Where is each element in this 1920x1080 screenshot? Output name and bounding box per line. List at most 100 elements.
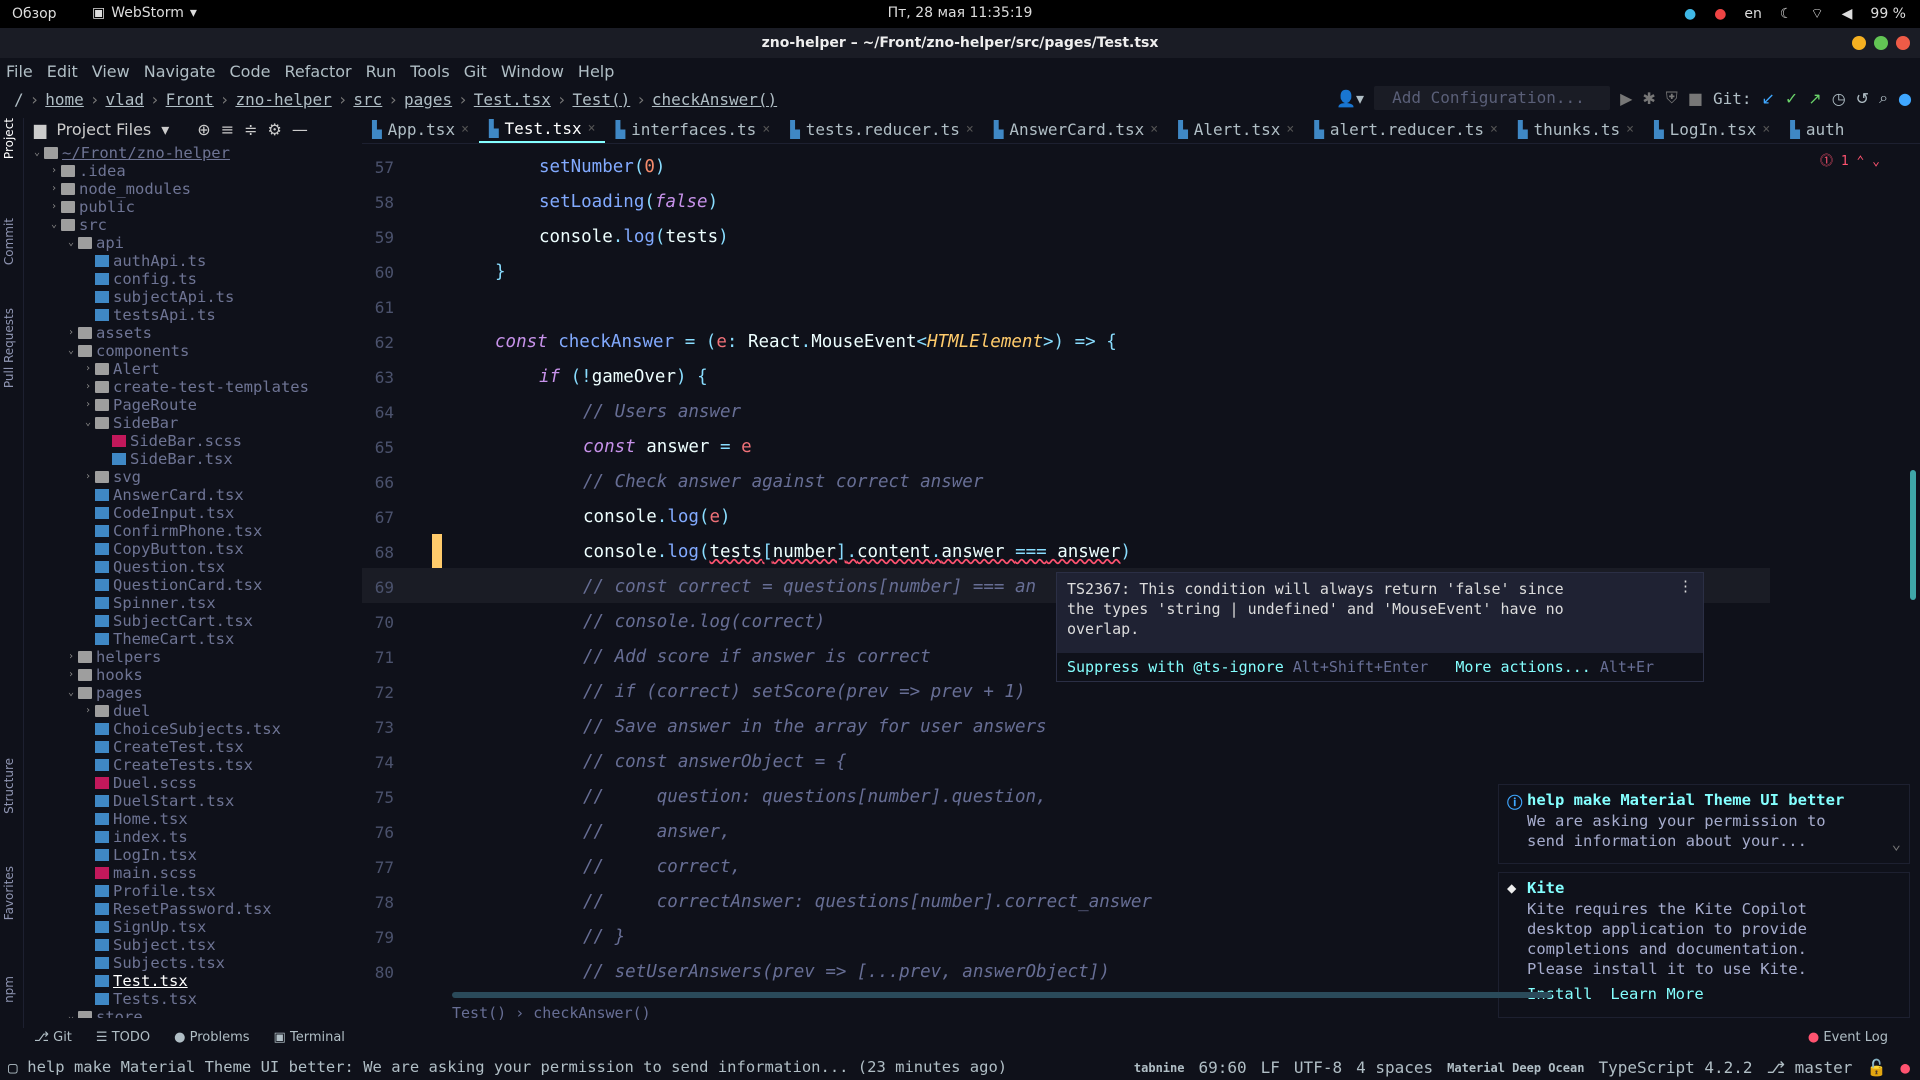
code-line[interactable]: const checkAnswer = (e: React.MouseEvent… <box>495 325 1117 360</box>
file-encoding[interactable]: UTF-8 <box>1294 1058 1342 1077</box>
tree-item[interactable]: CreateTests.tsx <box>26 756 358 774</box>
chevron-icon[interactable]: ⌄ <box>30 144 44 162</box>
night-mode-icon[interactable]: ☾ <box>1780 6 1793 22</box>
close-tab-icon[interactable]: × <box>1626 122 1634 137</box>
tree-item[interactable]: AnswerCard.tsx <box>26 486 358 504</box>
menu-navigate[interactable]: Navigate <box>144 62 216 81</box>
menu-tools[interactable]: Tools <box>410 62 449 81</box>
tree-item[interactable]: ⌄ store <box>26 1008 358 1018</box>
tree-item[interactable]: Home.tsx <box>26 810 358 828</box>
commit-tool-tab[interactable]: Commit <box>2 218 16 265</box>
chevron-icon[interactable]: ⌄ <box>64 684 78 702</box>
code-line[interactable]: // const answerObject = { <box>583 745 846 780</box>
close-button[interactable] <box>1896 36 1910 50</box>
close-tab-icon[interactable]: × <box>966 122 974 137</box>
breadcrumb-item[interactable]: Front <box>166 90 214 109</box>
menu-edit[interactable]: Edit <box>47 62 78 81</box>
chevron-icon[interactable]: › <box>81 378 95 396</box>
editor-tab[interactable]: ▙ AnswerCard.tsx × <box>984 116 1168 143</box>
project-tool-tab[interactable]: Project <box>2 118 16 159</box>
chevron-icon[interactable]: › <box>81 468 95 486</box>
line-number[interactable]: 78 <box>362 893 394 912</box>
menu-file[interactable]: File <box>6 62 33 81</box>
tree-item[interactable]: › svg <box>26 468 358 486</box>
coverage-icon[interactable]: ⛨ <box>1666 88 1678 108</box>
gear-icon[interactable]: ⚙ <box>268 120 282 139</box>
add-configuration-button[interactable]: Add Configuration... <box>1374 86 1611 110</box>
code-line[interactable]: console.log(tests) <box>539 220 729 255</box>
tree-item[interactable]: DuelStart.tsx <box>26 792 358 810</box>
wifi-icon[interactable]: ⌔ <box>1810 5 1823 23</box>
tree-item[interactable]: ChoiceSubjects.tsx <box>26 720 358 738</box>
code-line[interactable]: // } <box>583 920 625 955</box>
tree-item[interactable]: ⌄ SideBar <box>26 414 358 432</box>
notifications-icon[interactable]: ● <box>1900 1058 1910 1077</box>
project-view-selector[interactable]: Project Files <box>56 120 151 139</box>
breadcrumb-item[interactable]: Test() <box>572 90 630 109</box>
line-number[interactable]: 72 <box>362 683 394 702</box>
menu-run[interactable]: Run <box>366 62 397 81</box>
editor-tab[interactable]: ▙ LogIn.tsx × <box>1644 116 1780 143</box>
git-branch[interactable]: ⎇ master <box>1767 1058 1853 1077</box>
chevron-down-icon[interactable]: ▾ <box>161 120 169 139</box>
code-line[interactable]: // Users answer <box>583 395 741 430</box>
editor-tab[interactable]: ▙ App.tsx × <box>362 116 479 143</box>
tree-item[interactable]: index.ts <box>26 828 358 846</box>
code-line[interactable]: if (!gameOver) { <box>539 360 708 395</box>
tree-item[interactable]: Test.tsx <box>26 972 358 990</box>
tree-item[interactable]: SignUp.tsx <box>26 918 358 936</box>
tree-item[interactable]: › hooks <box>26 666 358 684</box>
line-separator[interactable]: LF <box>1261 1058 1280 1077</box>
code-line[interactable]: setNumber(0) <box>539 150 665 185</box>
breadcrumb-item[interactable]: Test.tsx <box>474 90 551 109</box>
tree-item[interactable]: CreateTest.tsx <box>26 738 358 756</box>
user-icon[interactable]: 👤▾ <box>1336 89 1364 108</box>
chevron-icon[interactable]: › <box>47 180 61 198</box>
tree-item[interactable]: Spinner.tsx <box>26 594 358 612</box>
line-number[interactable]: 61 <box>362 298 394 317</box>
notification-kite[interactable]: ◆ Kite Kite requires the Kite Copilot des… <box>1498 872 1910 1018</box>
menu-git[interactable]: Git <box>464 62 487 81</box>
code-line[interactable]: // console.log(correct) <box>583 605 825 640</box>
chevron-icon[interactable]: ⌄ <box>64 234 78 252</box>
line-number[interactable]: 74 <box>362 753 394 772</box>
tree-item[interactable]: Tests.tsx <box>26 990 358 1008</box>
line-number[interactable]: 73 <box>362 718 394 737</box>
status-message[interactable]: help make Material Theme UI better: We a… <box>27 1058 1007 1076</box>
stop-icon[interactable]: ■ <box>1688 89 1703 108</box>
code-line[interactable]: console.log(e) <box>583 500 731 535</box>
menu-code[interactable]: Code <box>230 62 271 81</box>
tree-item[interactable]: SideBar.tsx <box>26 450 358 468</box>
more-actions-link[interactable]: More actions... <box>1455 658 1590 676</box>
tree-item[interactable]: › public <box>26 198 358 216</box>
close-tab-icon[interactable]: × <box>588 121 596 136</box>
line-number[interactable]: 68 <box>362 543 394 562</box>
tree-item[interactable]: ThemeCart.tsx <box>26 630 358 648</box>
hide-icon[interactable]: — <box>292 120 308 139</box>
line-number[interactable]: 62 <box>362 333 394 352</box>
tree-item[interactable]: ConfirmPhone.tsx <box>26 522 358 540</box>
editor-tab[interactable]: ▙ interfaces.ts × <box>605 116 780 143</box>
npm-tool-tab[interactable]: npm <box>2 976 16 1003</box>
line-number[interactable]: 76 <box>362 823 394 842</box>
breadcrumb-item[interactable]: / <box>14 90 24 109</box>
learn-more-link[interactable]: Learn More <box>1610 985 1703 1003</box>
tree-item[interactable]: QuestionCard.tsx <box>26 576 358 594</box>
editor-tab[interactable]: ▙ alert.reducer.ts × <box>1304 116 1508 143</box>
code-line[interactable]: // Check answer against correct answer <box>583 465 983 500</box>
line-number[interactable]: 79 <box>362 928 394 947</box>
editor-tab[interactable]: ▙ Alert.tsx × <box>1168 116 1304 143</box>
tree-item[interactable]: SideBar.scss <box>26 432 358 450</box>
code-line[interactable]: // Add score if answer is correct <box>583 640 931 675</box>
line-number[interactable]: 60 <box>362 263 394 282</box>
more-options-icon[interactable]: ⋮ <box>1678 577 1693 595</box>
chevron-icon[interactable]: › <box>47 198 61 216</box>
minimize-button[interactable] <box>1852 36 1866 50</box>
close-tab-icon[interactable]: × <box>1762 122 1770 137</box>
editor-tab[interactable]: ▙ thunks.ts × <box>1508 116 1644 143</box>
line-number[interactable]: 80 <box>362 963 394 982</box>
menu-refactor[interactable]: Refactor <box>284 62 351 81</box>
chrome-icon[interactable]: ● <box>1714 6 1726 22</box>
locate-icon[interactable]: ⊕ <box>197 120 210 139</box>
breadcrumb-item[interactable]: src <box>353 90 382 109</box>
